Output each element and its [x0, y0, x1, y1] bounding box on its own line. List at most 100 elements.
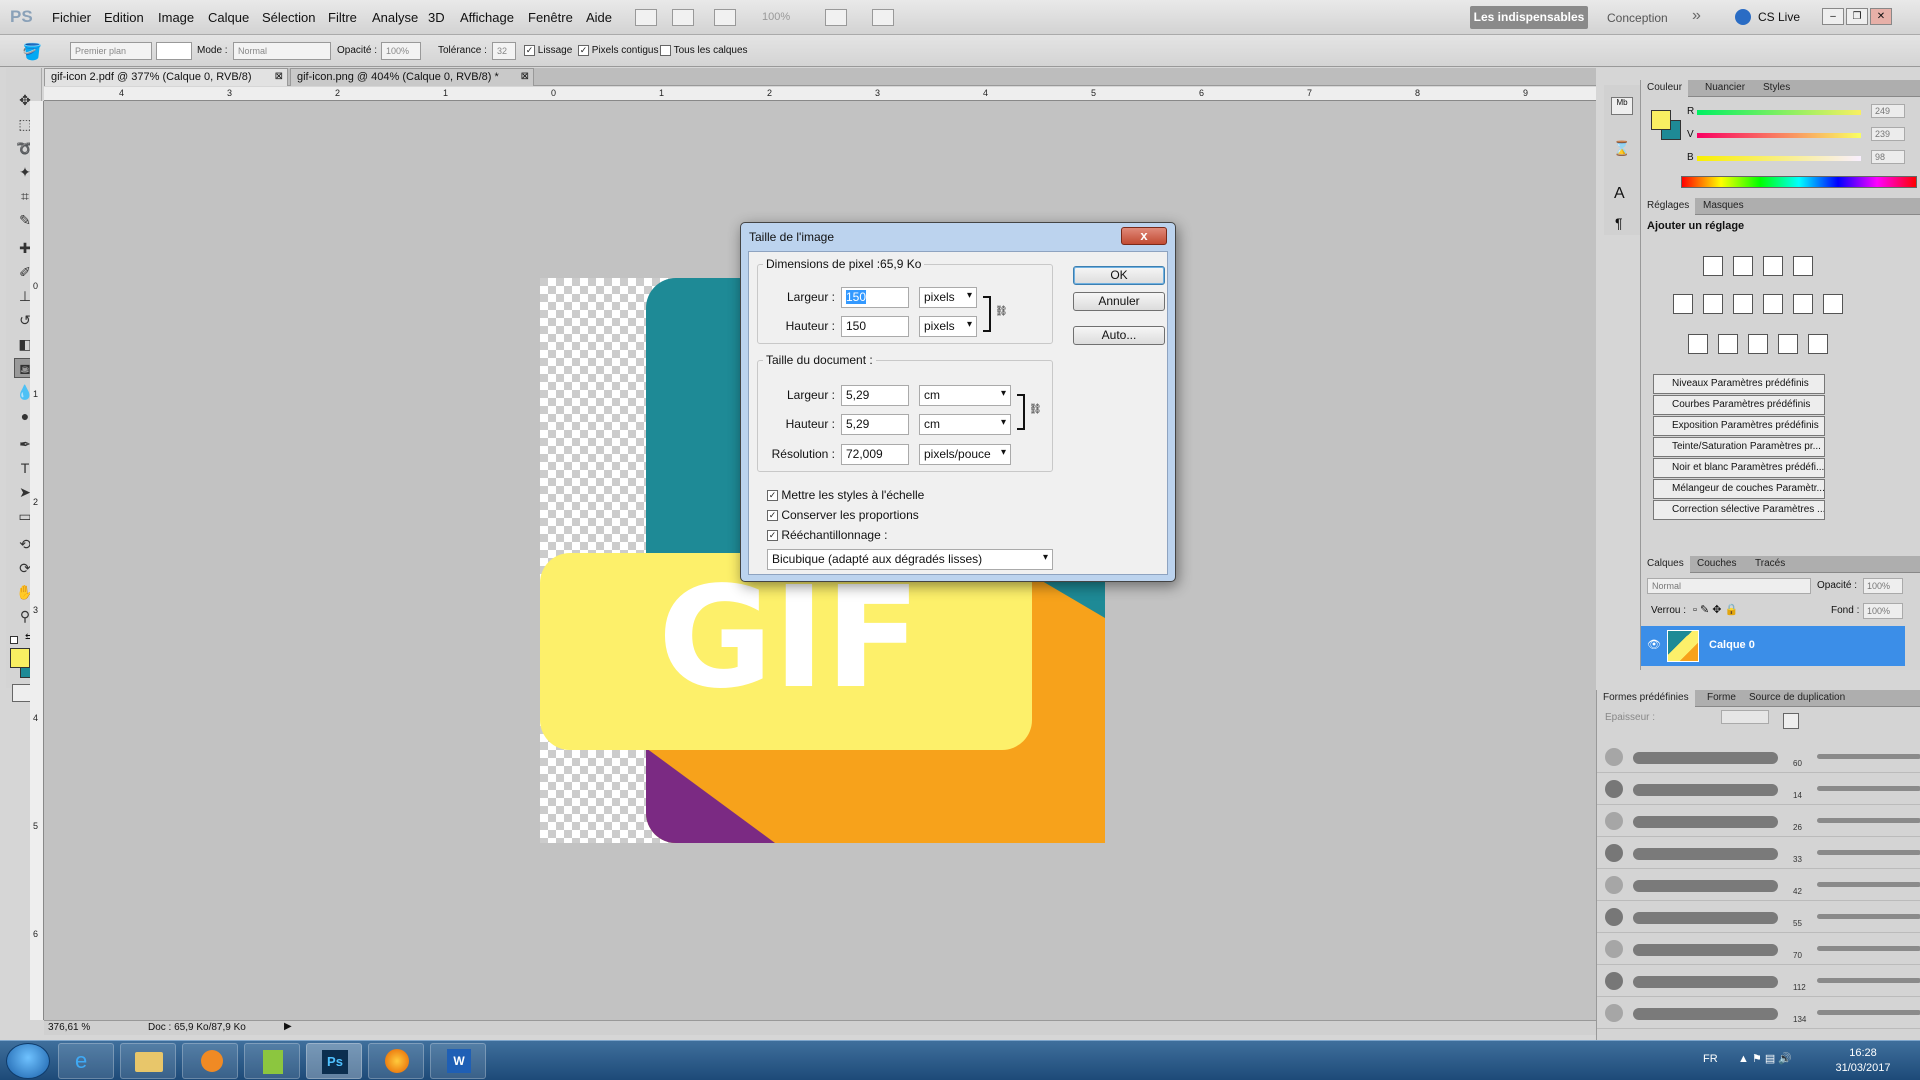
preset-levels[interactable]: Niveaux Paramètres prédéfinis — [1653, 374, 1825, 394]
hauteur-cm-unit-select[interactable]: cm — [919, 414, 1011, 435]
history-panel-icon[interactable]: ⌛ — [1613, 140, 1630, 157]
eye-icon[interactable]: 👁 — [1647, 638, 1661, 651]
tab-formes-predefinies[interactable]: Formes prédéfinies — [1597, 690, 1695, 707]
tab-reglages[interactable]: Réglages — [1641, 198, 1696, 215]
media-player-icon[interactable] — [182, 1043, 238, 1079]
preset-exposure[interactable]: Exposition Paramètres prédéfinis — [1653, 416, 1825, 436]
ok-button[interactable]: OK — [1073, 266, 1165, 285]
hue-saturation-icon[interactable] — [1703, 294, 1723, 314]
tab-nuancier[interactable]: Nuancier — [1699, 80, 1751, 97]
channel-mixer-icon[interactable] — [1823, 294, 1843, 314]
internet-explorer-icon[interactable]: e — [58, 1043, 114, 1079]
dialog-close-button[interactable]: x — [1121, 227, 1167, 245]
vibrance-icon[interactable] — [1673, 294, 1693, 314]
largeur-cm-unit-select[interactable]: cm — [919, 385, 1011, 406]
color-balance-icon[interactable] — [1733, 294, 1753, 314]
exposure-icon[interactable] — [1793, 256, 1813, 276]
tab-gif-icon-png[interactable]: gif-icon.png @ 404% (Calque 0, RVB/8) * … — [290, 68, 534, 86]
menu-image[interactable]: Image — [158, 10, 194, 25]
paint-bucket-icon[interactable]: 🪣 — [22, 42, 42, 62]
constrain-proportions-checkbox[interactable]: ✓ — [767, 510, 778, 522]
tab-traces[interactable]: Tracés — [1749, 556, 1791, 573]
fill-source-select[interactable]: Premier plan — [70, 42, 152, 60]
contiguous-checkbox[interactable]: ✓ — [578, 45, 589, 56]
tab-forme[interactable]: Forme — [1701, 690, 1742, 707]
cancel-button[interactable]: Annuler — [1073, 292, 1165, 311]
resample-checkbox[interactable]: ✓ — [767, 530, 778, 542]
close-icon[interactable]: ⊠ — [275, 71, 283, 82]
black-white-icon[interactable] — [1763, 294, 1783, 314]
brush-preset-row[interactable]: 14 — [1597, 774, 1920, 805]
color-fg-swatch[interactable] — [1651, 110, 1671, 130]
tab-couleur[interactable]: Couleur — [1641, 80, 1689, 97]
posterize-icon[interactable] — [1718, 334, 1738, 354]
curves-icon[interactable] — [1763, 256, 1783, 276]
opacity-input[interactable]: 100% — [381, 42, 421, 60]
resolution-input[interactable]: 72,009 — [841, 444, 909, 465]
menu-affichage[interactable]: Affichage — [460, 10, 514, 25]
preset-curves[interactable]: Courbes Paramètres prédéfinis — [1653, 395, 1825, 415]
brush-preset-row[interactable]: 33 — [1597, 838, 1920, 869]
preset-selective-color[interactable]: Correction sélective Paramètres ... — [1653, 500, 1825, 520]
minimize-button[interactable]: – — [1822, 8, 1844, 25]
new-brush-icon[interactable] — [1783, 713, 1799, 729]
blend-mode-select[interactable]: Normal — [1647, 578, 1811, 594]
lock-icons[interactable]: ▫ ✎ ✥ 🔒 — [1693, 603, 1738, 616]
tab-gif-icon-2-pdf[interactable]: gif-icon 2.pdf @ 377% (Calque 0, RVB/8) … — [44, 68, 288, 86]
layer-name[interactable]: Calque 0 — [1709, 639, 1755, 651]
menu-fenetre[interactable]: Fenêtre — [528, 10, 573, 25]
preset-hue-saturation[interactable]: Teinte/Saturation Paramètres pr... — [1653, 437, 1825, 457]
menu-analyse[interactable]: Analyse — [372, 10, 418, 25]
status-menu-icon[interactable]: ▶ — [284, 1021, 292, 1032]
menu-fichier[interactable]: Fichier — [52, 10, 91, 25]
layer-opacity-input[interactable]: 100% — [1863, 578, 1903, 594]
contiguous-option[interactable]: ✓ Pixels contigus — [578, 45, 658, 56]
tolerance-input[interactable]: 32 — [492, 42, 516, 60]
mode-select[interactable]: Normal — [233, 42, 331, 60]
tab-couches[interactable]: Couches — [1691, 556, 1742, 573]
brush-preset-row[interactable]: 134 — [1597, 998, 1920, 1029]
fill-input[interactable]: 100% — [1863, 603, 1903, 619]
clock[interactable]: 16:28 31/03/2017 — [1818, 1046, 1908, 1076]
levels-icon[interactable] — [1733, 256, 1753, 276]
v-value[interactable]: 239 — [1871, 127, 1905, 141]
invert-icon[interactable] — [1688, 334, 1708, 354]
pattern-picker[interactable] — [156, 42, 192, 60]
b-slider[interactable] — [1697, 156, 1861, 161]
workspace-essentials-button[interactable]: Les indispensables — [1470, 6, 1588, 29]
b-value[interactable]: 98 — [1871, 150, 1905, 164]
menu-selection[interactable]: Sélection — [262, 10, 315, 25]
brush-preset-row[interactable]: 60 — [1597, 742, 1920, 773]
epaisseur-slider[interactable] — [1721, 710, 1769, 724]
character-panel-icon[interactable]: A — [1614, 185, 1625, 203]
bridge-icon[interactable] — [635, 9, 657, 26]
arrange-documents-icon[interactable] — [825, 9, 847, 26]
hauteur-px-unit-select[interactable]: pixels — [919, 316, 977, 337]
resample-option[interactable]: ✓ Rééchantillonnage : — [767, 528, 887, 542]
largeur-cm-input[interactable]: 5,29 — [841, 385, 909, 406]
language-indicator[interactable]: FR — [1703, 1053, 1718, 1065]
start-button[interactable] — [6, 1043, 50, 1079]
workspace-more-icon[interactable]: » — [1692, 7, 1701, 25]
default-colors-icon[interactable] — [10, 636, 18, 644]
all-layers-option[interactable]: Tous les calques — [660, 45, 748, 56]
cs-live-menu[interactable]: CS Live — [1758, 10, 1800, 24]
scale-styles-option[interactable]: ✓ Mettre les styles à l'échelle — [767, 488, 924, 502]
tab-masques[interactable]: Masques — [1697, 198, 1750, 215]
word-icon[interactable]: W — [430, 1043, 486, 1079]
constrain-proportions-option[interactable]: ✓ Conserver les proportions — [767, 508, 919, 522]
hauteur-px-input[interactable]: 150 — [841, 316, 909, 337]
brush-preset-row[interactable]: 70 — [1597, 934, 1920, 965]
photo-filter-icon[interactable] — [1793, 294, 1813, 314]
photoshop-taskbar-icon[interactable]: Ps — [306, 1043, 362, 1079]
resolution-unit-select[interactable]: pixels/pouce — [919, 444, 1011, 465]
gradient-map-icon[interactable] — [1778, 334, 1798, 354]
v-slider[interactable] — [1697, 133, 1861, 138]
color-spectrum-bar[interactable] — [1681, 176, 1917, 188]
largeur-px-unit-select[interactable]: pixels — [919, 287, 977, 308]
threshold-icon[interactable] — [1748, 334, 1768, 354]
close-icon[interactable]: ⊠ — [521, 71, 529, 82]
mini-bridge-icon[interactable] — [672, 9, 694, 26]
tab-calques[interactable]: Calques — [1641, 556, 1690, 573]
screen-mode-icon[interactable] — [872, 9, 894, 26]
